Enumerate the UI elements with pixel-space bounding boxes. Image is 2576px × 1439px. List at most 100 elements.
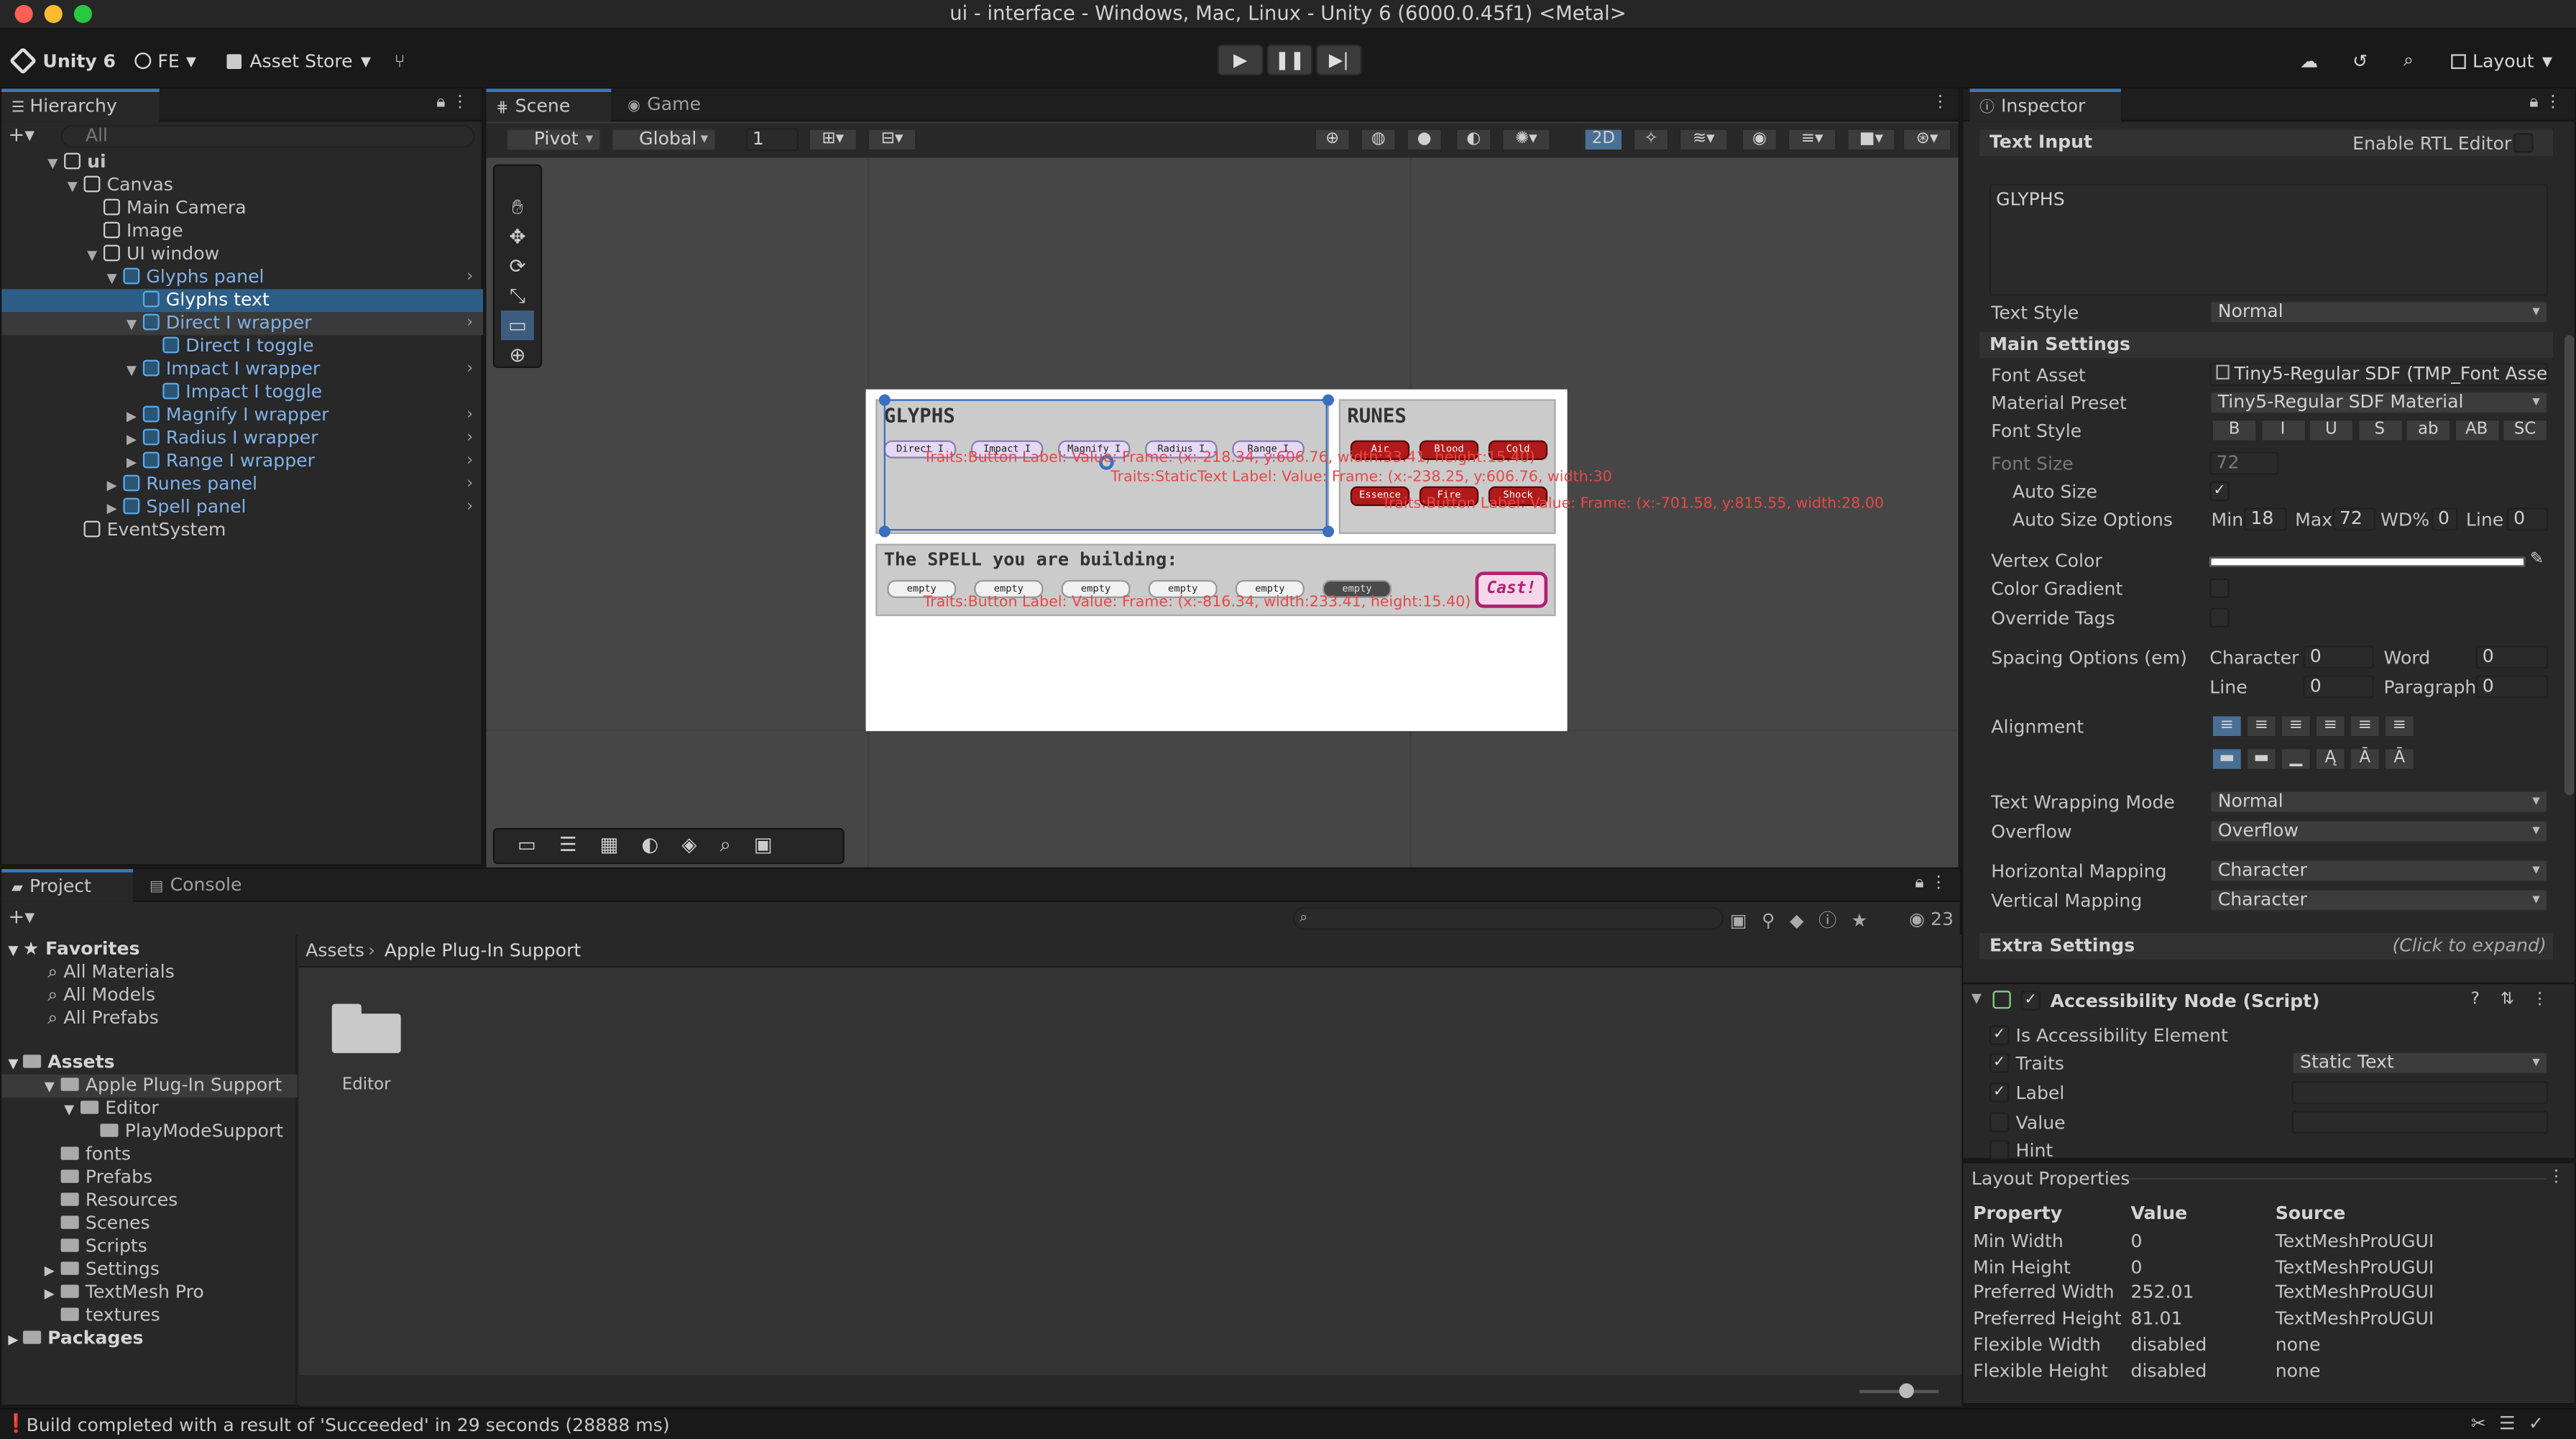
selection-handle[interactable]: [1322, 525, 1334, 538]
layers-dropdown[interactable]: ≡▾: [1787, 128, 1837, 152]
max-size-field[interactable]: 72: [2332, 507, 2376, 531]
selection-handle[interactable]: [878, 525, 891, 538]
hierarchy-item[interactable]: ▼ UI window: [1, 243, 483, 266]
hierarchy-item[interactable]: Image: [1, 220, 483, 243]
hierarchy-item[interactable]: ▼ ui: [1, 151, 483, 174]
chevron-right-icon[interactable]: ›: [466, 450, 473, 473]
tab-console[interactable]: ▤ Console: [139, 869, 264, 902]
vertical-mapping-dropdown[interactable]: Character: [2209, 888, 2549, 912]
lock-icon[interactable]: 🔒︎: [2529, 93, 2538, 111]
preset-icon[interactable]: ⇅: [2501, 990, 2514, 1008]
font-style-button[interactable]: S: [2356, 418, 2403, 442]
move-tool-icon[interactable]: ✥: [501, 222, 534, 252]
v-align-button[interactable]: ▬: [2245, 747, 2277, 771]
expand-arrow-icon[interactable]: ▼: [126, 360, 143, 383]
h-align-button[interactable]: ≡: [2383, 714, 2415, 738]
unity-menu-button[interactable]: Unity 6: [6, 45, 122, 78]
font-size-field[interactable]: 72: [2209, 451, 2279, 475]
gizmos-dropdown[interactable]: ⊛▾: [1902, 128, 1952, 152]
hierarchy-item[interactable]: ▶ Magnify I wrapper ›: [1, 404, 483, 427]
chevron-right-icon[interactable]: ›: [466, 427, 473, 450]
override-tags-checkbox[interactable]: [2209, 607, 2230, 628]
hierarchy-item[interactable]: EventSystem: [1, 519, 483, 542]
hierarchy-item[interactable]: ▶ Spell panel ›: [1, 496, 483, 519]
h-align-button[interactable]: ≡: [2280, 714, 2312, 738]
scene-viewport[interactable]: ✋︎ ✥ ⟳ ⤡ ▭ ⊕ GLYPHS Direct I Impact I Magn…: [486, 157, 1959, 868]
expand-arrow-icon[interactable]: ▼: [126, 314, 143, 337]
asset-folder-item[interactable]: Resources: [1, 1190, 297, 1213]
chevron-right-icon[interactable]: ›: [466, 404, 473, 427]
status-message[interactable]: Build completed with a result of 'Succee…: [27, 1415, 670, 1436]
is-accessibility-checkbox[interactable]: ✓: [1989, 1025, 2010, 1045]
line-field[interactable]: 0: [2506, 507, 2549, 531]
hierarchy-item[interactable]: ▶ Runes panel ›: [1, 473, 483, 496]
min-size-field[interactable]: 18: [2244, 507, 2287, 531]
version-control-button[interactable]: ⑂: [387, 45, 411, 78]
asset-folder-item[interactable]: ▶ TextMesh Pro: [1, 1282, 297, 1305]
zoom-slider-thumb[interactable]: [1899, 1383, 1914, 1399]
asset-folder-item[interactable]: ▼ Apple Plug-In Support: [1, 1074, 298, 1099]
play-button[interactable]: ▶: [1217, 44, 1264, 76]
project-search-input[interactable]: ⌕: [1292, 906, 1724, 930]
material-preset-dropdown[interactable]: Tiny5-Regular SDF Material: [2209, 390, 2549, 414]
tab-scene[interactable]: ⋕ Scene: [486, 88, 612, 122]
label-input[interactable]: [2291, 1080, 2549, 1104]
asset-store-dropdown[interactable]: Asset Store ▼: [220, 45, 377, 78]
create-asset-button[interactable]: +▾: [8, 907, 34, 927]
search-button[interactable]: ⌕: [2397, 45, 2420, 78]
hint-checkbox[interactable]: [1989, 1140, 2010, 1160]
global-dropdown[interactable]: Global: [611, 128, 717, 152]
favorites-header[interactable]: ▼ ★ Favorites: [1, 938, 139, 961]
overlay-tool-icons[interactable]: ▭☰▦◐◈⌕▣: [518, 833, 796, 858]
horizontal-mapping-dropdown[interactable]: Character: [2209, 859, 2549, 883]
lock-icon[interactable]: 🔒︎: [436, 93, 445, 111]
font-style-button[interactable]: U: [2308, 418, 2355, 442]
wd-field[interactable]: 0: [2431, 507, 2458, 531]
color-gradient-checkbox[interactable]: [2209, 578, 2230, 598]
breadcrumb-assets[interactable]: Assets: [305, 939, 364, 961]
favorite-item[interactable]: ⌕ All Prefabs: [1, 1007, 159, 1030]
expand-arrow-icon[interactable]: ▼: [45, 1076, 61, 1099]
expand-arrow-icon[interactable]: ▼: [64, 1099, 80, 1122]
expand-arrow-icon[interactable]: ▼: [68, 176, 84, 199]
extra-settings-header[interactable]: Extra Settings (Click to expand): [1979, 933, 2553, 960]
expand-arrow-icon[interactable]: ▶: [8, 1333, 22, 1348]
value-input[interactable]: [2291, 1111, 2549, 1134]
pause-button[interactable]: ❚❚: [1266, 44, 1313, 76]
expand-arrow-icon[interactable]: ▼: [107, 268, 124, 291]
wireframe-toggle[interactable]: ◍: [1360, 128, 1397, 152]
debug-draw-dropdown[interactable]: ✺▾: [1501, 128, 1551, 152]
expand-arrow-icon[interactable]: ▶: [107, 475, 124, 498]
font-style-button[interactable]: B: [2211, 418, 2258, 442]
asset-folder-item[interactable]: Scripts: [1, 1236, 297, 1259]
hierarchy-item[interactable]: ▶ Radius I wrapper ›: [1, 427, 483, 450]
line-spacing-field[interactable]: 0: [2303, 675, 2374, 699]
eyedropper-icon[interactable]: ✎: [2530, 551, 2544, 569]
grid-snap-toggle[interactable]: ⊞▾: [808, 128, 858, 152]
traits-dropdown[interactable]: Static Text: [2291, 1051, 2549, 1075]
hierarchy-item[interactable]: Direct I toggle: [1, 335, 483, 358]
favorite-item[interactable]: ⌕ All Materials: [1, 961, 175, 984]
pivot-dropdown[interactable]: Pivot: [505, 128, 602, 152]
chevron-right-icon[interactable]: ›: [466, 266, 473, 289]
expand-arrow-icon[interactable]: ▼: [8, 943, 22, 958]
asset-folder-item[interactable]: Prefabs: [1, 1167, 297, 1190]
font-asset-field[interactable]: Tiny5-Regular SDF (TMP_Font Asse: [2209, 363, 2549, 387]
traits-checkbox[interactable]: ✓: [1989, 1053, 2010, 1073]
hierarchy-item[interactable]: ▼ Glyphs panel ›: [1, 266, 483, 289]
tab-game[interactable]: ◉ Game: [617, 88, 732, 121]
inspector-scrollbar[interactable]: [2564, 335, 2575, 796]
hierarchy-item[interactable]: ▶ Range I wrapper ›: [1, 450, 483, 473]
expand-arrow-icon[interactable]: ▶: [126, 452, 143, 475]
visibility-toggle[interactable]: ◉: [1741, 128, 1778, 152]
h-align-button[interactable]: ≡: [2211, 714, 2242, 738]
h-align-button[interactable]: ≡: [2314, 714, 2346, 738]
label-checkbox[interactable]: ✓: [1989, 1082, 2010, 1103]
text-wrapping-dropdown[interactable]: Normal: [2209, 790, 2549, 814]
hierarchy-item[interactable]: ▼ Direct I wrapper ›: [1, 312, 483, 337]
h-align-button[interactable]: ≡: [2349, 714, 2380, 738]
value-checkbox[interactable]: [1989, 1112, 2010, 1132]
orientation-toggle[interactable]: ⊕: [1314, 128, 1351, 152]
expand-arrow-icon[interactable]: ▶: [45, 1260, 61, 1283]
text-input-area[interactable]: GLYPHS: [1989, 183, 2549, 296]
